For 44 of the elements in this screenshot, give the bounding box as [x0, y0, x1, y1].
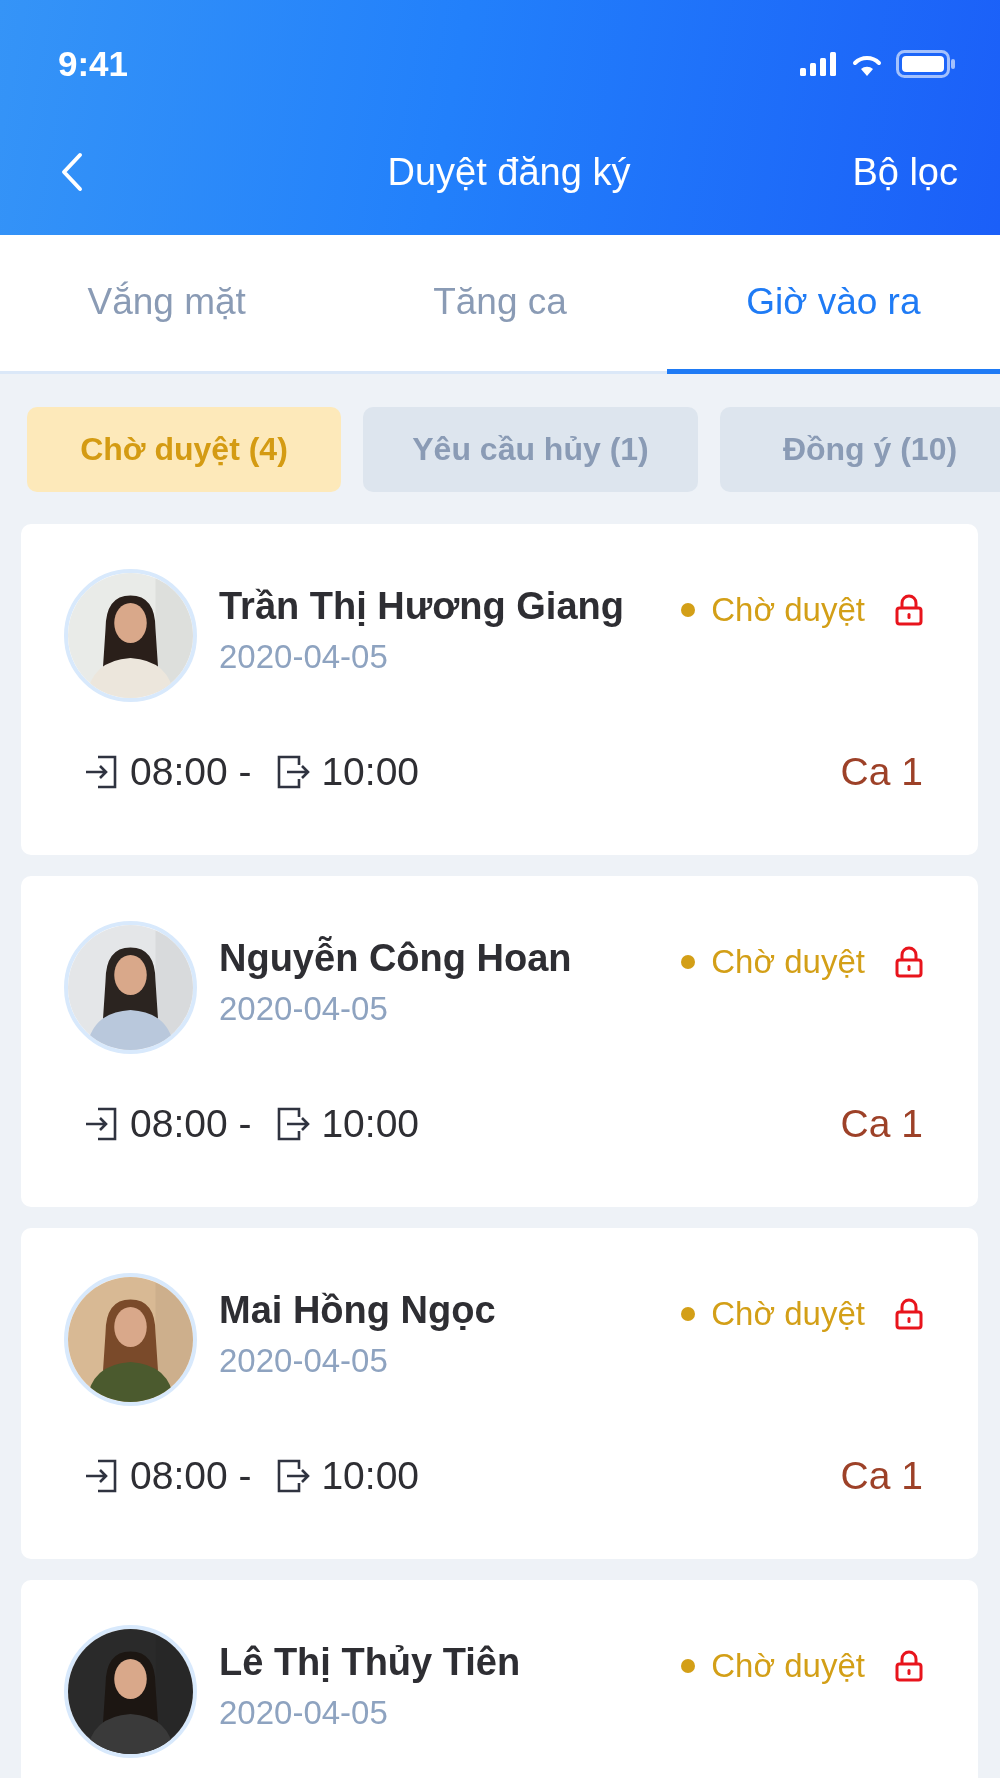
check-in-time: 08:00 -	[130, 750, 252, 794]
shift-label: Ca 1	[840, 1454, 923, 1498]
status-dot-icon	[681, 1659, 696, 1673]
request-card[interactable]: Nguyễn Công Hoan 2020-04-05 Chờ duyệt 08:00 - 10:00 Ca 1	[21, 876, 978, 1207]
filter-chip[interactable]: Đồng ý (10)	[720, 407, 1000, 492]
request-card[interactable]: Trần Thị Hương Giang 2020-04-05 Chờ duyệt 08:00 - 10:00 Ca 1	[21, 524, 978, 855]
back-icon[interactable]	[60, 152, 84, 192]
shift-label: Ca 1	[840, 1102, 923, 1146]
status-label: Chờ duyệt	[711, 943, 865, 981]
check-out-icon	[275, 1458, 312, 1494]
request-date: 2020-04-05	[219, 1694, 389, 1732]
check-in-time: 08:00 -	[130, 1102, 252, 1146]
status-dot-icon	[681, 603, 696, 617]
filter-chip[interactable]: Chờ duyệt (4)	[27, 407, 341, 492]
status-label: Chờ duyệt	[711, 591, 865, 629]
employee-name: Lê Thị Thủy Tiên	[219, 1641, 522, 1684]
status-dot-icon	[681, 1307, 696, 1321]
signal-icon	[800, 52, 838, 76]
status-dot-icon	[681, 955, 696, 969]
status-label: Chờ duyệt	[711, 1647, 865, 1685]
request-date: 2020-04-05	[219, 1342, 389, 1380]
employee-name: Mai Hồng Ngọc	[219, 1289, 497, 1332]
request-card[interactable]: Mai Hồng Ngọc 2020-04-05 Chờ duyệt 08:00 - 10:00 Ca 1	[21, 1228, 978, 1559]
check-in-time: 08:00 -	[130, 1454, 252, 1498]
check-out-icon	[275, 754, 312, 790]
tab[interactable]: Giờ vào ra	[666, 235, 1000, 374]
check-out-time: 10:00	[321, 750, 420, 794]
request-date: 2020-04-05	[219, 638, 389, 676]
status-label: Chờ duyệt	[711, 1295, 865, 1333]
tab[interactable]: Tăng ca	[333, 235, 667, 374]
page-title: Duyệt đăng ký	[387, 150, 631, 194]
filter-link[interactable]: Bộ lọc	[852, 150, 958, 194]
check-out-time: 10:00	[321, 1454, 420, 1498]
shift-label: Ca 1	[840, 750, 923, 794]
request-card[interactable]: Lê Thị Thủy Tiên 2020-04-05 Chờ duyệt	[21, 1580, 978, 1778]
request-date: 2020-04-05	[219, 990, 389, 1028]
employee-name: Nguyễn Công Hoan	[219, 937, 573, 980]
check-out-time: 10:00	[321, 1102, 420, 1146]
battery-icon	[896, 50, 956, 78]
status-time: 9:41	[58, 44, 129, 84]
tab[interactable]: Vắng mặt	[0, 235, 334, 374]
filter-chip[interactable]: Yêu cầu hủy (1)	[363, 407, 698, 492]
check-out-icon	[275, 1106, 312, 1142]
employee-name: Trần Thị Hương Giang	[219, 585, 625, 628]
